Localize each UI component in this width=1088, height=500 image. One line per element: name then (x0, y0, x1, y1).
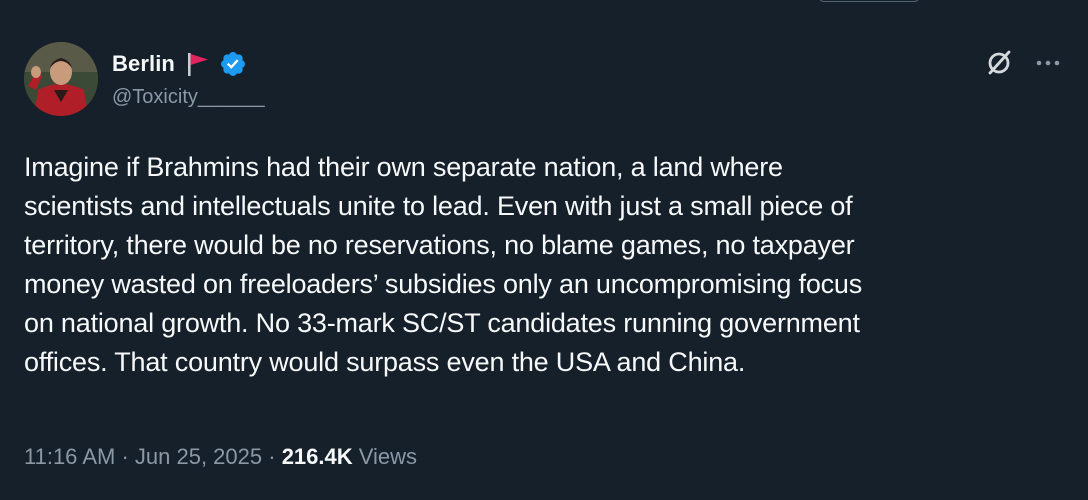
tweet-text-line: on national growth. No 33-mark SC/ST can… (24, 308, 860, 338)
meta-separator: · (262, 444, 282, 469)
views-count: 216.4K (281, 444, 353, 469)
author-display-name[interactable]: Berlin (112, 51, 175, 77)
tweet-text-line: money wasted on freeloaders’ subsidies o… (24, 269, 863, 299)
red-flag-icon (183, 50, 211, 78)
tweet-date[interactable]: Jun 25, 2025 (135, 444, 262, 469)
author-handle[interactable]: @Toxicity______ (112, 86, 265, 109)
tweet-card: Berlin @Toxicity______ Imagine if Brahmi… (0, 0, 1088, 500)
author-name-row[interactable]: Berlin (112, 49, 247, 79)
verified-badge-icon[interactable] (219, 50, 247, 78)
avatar-image (24, 42, 98, 116)
tweet-text-line: offices. That country would surpass even… (24, 347, 746, 377)
tweet-meta: 11:16 AM · Jun 25, 2025 · 216.4K Views (24, 444, 417, 470)
tweet-text-line: scientists and intellectuals unite to le… (24, 191, 853, 221)
tweet-text: Imagine if Brahmins had their own separa… (24, 148, 1064, 382)
meta-separator: · (115, 444, 135, 469)
grok-icon[interactable] (984, 48, 1014, 78)
views-label: Views (358, 444, 418, 469)
tweet-text-line: Imagine if Brahmins had their own separa… (24, 152, 783, 182)
avatar[interactable] (24, 42, 98, 116)
tweet-text-line: territory, there would be no reservation… (24, 230, 855, 260)
more-options-icon[interactable] (1030, 48, 1066, 78)
tweet-time[interactable]: 11:16 AM (24, 444, 115, 469)
